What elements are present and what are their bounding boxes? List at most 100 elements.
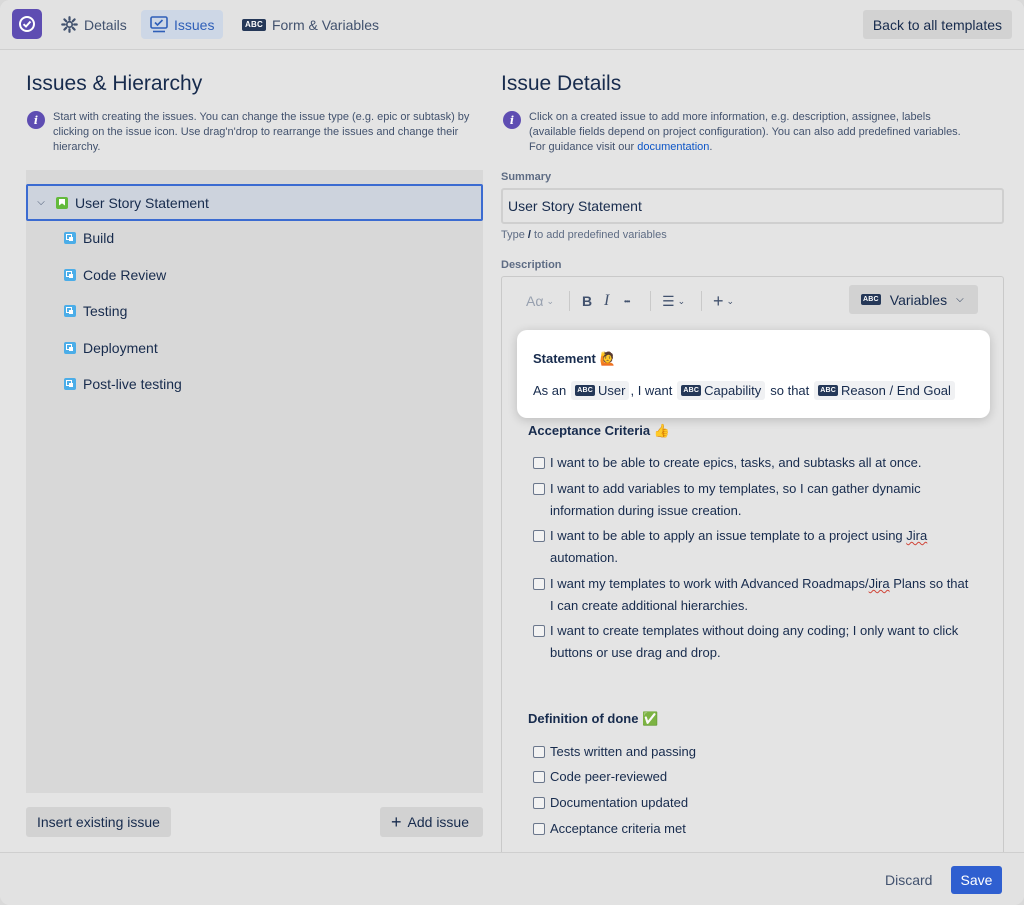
acceptance-item-line: I want to be able to create epics, tasks…: [550, 455, 922, 470]
done-item: Acceptance criteria met: [533, 818, 983, 840]
variable-chip-capability[interactable]: ABC Capability: [677, 381, 766, 400]
done-item: Tests written and passing: [533, 741, 983, 763]
acceptance-item-line: I can create additional hierarchies.: [550, 598, 749, 613]
details-info-body: Click on a created issue to add more inf…: [529, 111, 961, 153]
acceptance-item-line: I want to add variables to my templates,…: [550, 481, 921, 496]
add-issue-button[interactable]: + Add issue: [380, 807, 483, 837]
issues-hierarchy-title: Issues & Hierarchy: [26, 72, 203, 95]
checkbox[interactable]: [533, 771, 545, 783]
tab-issues-label: Issues: [174, 16, 215, 33]
back-to-templates-button[interactable]: Back to all templates: [862, 10, 1012, 39]
tab-form-variables[interactable]: ABC Form & Variables: [233, 10, 388, 39]
variable-chip-label: User: [598, 383, 626, 398]
italic-button[interactable]: I: [604, 291, 609, 311]
subtask-icon[interactable]: [64, 269, 76, 281]
documentation-link[interactable]: documentation: [637, 141, 709, 153]
tree-item-label: Code Review: [83, 267, 167, 283]
checkbox[interactable]: [533, 823, 545, 835]
add-issue-label: Add issue: [407, 814, 469, 830]
subtask-icon[interactable]: [64, 342, 76, 354]
checkbox[interactable]: [533, 457, 545, 469]
checkbox[interactable]: [533, 625, 545, 637]
tree-item-post-live-testing[interactable]: Post-live testing: [64, 372, 182, 396]
tab-issues[interactable]: Issues: [141, 10, 224, 39]
acceptance-item: I want to be able to create epics, tasks…: [533, 452, 983, 474]
acceptance-item: I want my templates to work with Advance…: [533, 573, 983, 617]
checkbox[interactable]: [533, 746, 545, 758]
variable-chip-user[interactable]: ABC User: [571, 381, 630, 400]
insert-dropdown[interactable]: + ⌄: [713, 291, 734, 311]
abc-icon: ABC: [575, 385, 596, 396]
tree-item-label: Post-live testing: [83, 376, 182, 392]
acceptance-item-line: information during issue creation.: [550, 503, 742, 518]
footer-bar: [0, 852, 1024, 905]
checkbox[interactable]: [533, 530, 545, 542]
acceptance-item: I want to create templates without doing…: [533, 620, 983, 664]
app-window: Details Issues ABC Form & Variables Back…: [0, 0, 1024, 905]
plus-icon: +: [391, 812, 402, 832]
acceptance-item-line: I want to be able to apply an issue temp…: [550, 528, 907, 543]
done-item-label: Code peer-reviewed: [550, 769, 668, 784]
abc-icon: ABC: [861, 294, 881, 305]
statement-title: Statement 🙋: [533, 351, 616, 366]
toolbar-divider: [701, 291, 702, 311]
variables-button[interactable]: ABC Variables ⌵: [849, 285, 978, 314]
more-formatting-button[interactable]: •••: [624, 291, 630, 311]
issues-info-text: Start with creating the issues. You can …: [53, 111, 470, 153]
hint-prefix: Type: [501, 229, 528, 241]
details-info: i Click on a created issue to add more i…: [503, 110, 973, 155]
tab-details[interactable]: Details: [52, 10, 136, 39]
issues-info: i Start with creating the issues. You ca…: [27, 110, 482, 155]
issue-details-title: Issue Details: [501, 72, 622, 95]
done-item-label: Tests written and passing: [550, 744, 696, 759]
list-dropdown[interactable]: ☰ ⌄: [662, 291, 685, 311]
tree-item-user-story-statement[interactable]: ⌵ User Story Statement: [26, 184, 483, 221]
summary-input[interactable]: [501, 188, 1004, 224]
tree-item-deployment[interactable]: Deployment: [64, 336, 158, 360]
app-logo[interactable]: [12, 9, 42, 39]
story-icon[interactable]: [56, 196, 68, 209]
checkbox[interactable]: [533, 483, 545, 495]
tree-item-testing[interactable]: Testing: [64, 299, 127, 323]
tree-item-build[interactable]: Build: [64, 226, 114, 250]
tree-item-code-review[interactable]: Code Review: [64, 263, 166, 287]
list-icon: ☰: [662, 292, 675, 309]
subtask-icon[interactable]: [64, 232, 76, 244]
acceptance-item-text: I want my templates to work with Advance…: [550, 573, 968, 617]
tab-details-label: Details: [84, 16, 127, 33]
tree-item-label: Build: [83, 230, 115, 246]
subtask-icon[interactable]: [64, 378, 76, 390]
discard-button[interactable]: Discard: [876, 866, 941, 894]
variable-chip-label: Capability: [704, 383, 762, 398]
acceptance-item-text: I want to add variables to my templates,…: [550, 478, 921, 522]
details-info-text: Click on a created issue to add more inf…: [529, 110, 973, 155]
chevron-down-icon: ⌄: [677, 295, 686, 306]
text-style-dropdown[interactable]: Aα ⌄: [526, 291, 554, 311]
statement-text: so that: [770, 383, 810, 398]
statement-text: As an: [533, 383, 567, 398]
insert-existing-issue-button[interactable]: Insert existing issue: [26, 807, 171, 837]
tree-item-label: Testing: [83, 303, 128, 319]
checkbox[interactable]: [533, 797, 545, 809]
done-item: Code peer-reviewed: [533, 766, 983, 788]
acceptance-item-line: I want to create templates without doing…: [550, 623, 959, 638]
acceptance-item-line: automation.: [550, 550, 618, 565]
save-button[interactable]: Save: [951, 866, 1002, 894]
checkbox[interactable]: [533, 578, 545, 590]
chevron-down-icon: ⌄: [726, 295, 735, 306]
summary-label: Summary: [501, 171, 552, 183]
variable-chip-reason[interactable]: ABC Reason / End Goal: [814, 381, 955, 400]
toolbar-divider: [569, 291, 570, 311]
chevron-down-icon[interactable]: ⌵: [34, 197, 48, 208]
acceptance-item-text: I want to be able to apply an issue temp…: [550, 525, 927, 569]
subtask-icon[interactable]: [64, 305, 76, 317]
tree-item-label: Deployment: [83, 340, 158, 356]
chevron-down-icon: ⌵: [956, 294, 964, 305]
variable-chip-label: Reason / End Goal: [841, 383, 951, 398]
acceptance-item: I want to add variables to my templates,…: [533, 478, 983, 522]
statement-card: Statement 🙋 As an ABC User , I want ABC …: [517, 330, 990, 418]
acceptance-item-line: Plans so that: [889, 576, 969, 591]
bold-button[interactable]: B: [582, 291, 592, 311]
chevron-down-icon: ⌄: [546, 295, 554, 306]
variables-label: Variables: [889, 291, 948, 308]
